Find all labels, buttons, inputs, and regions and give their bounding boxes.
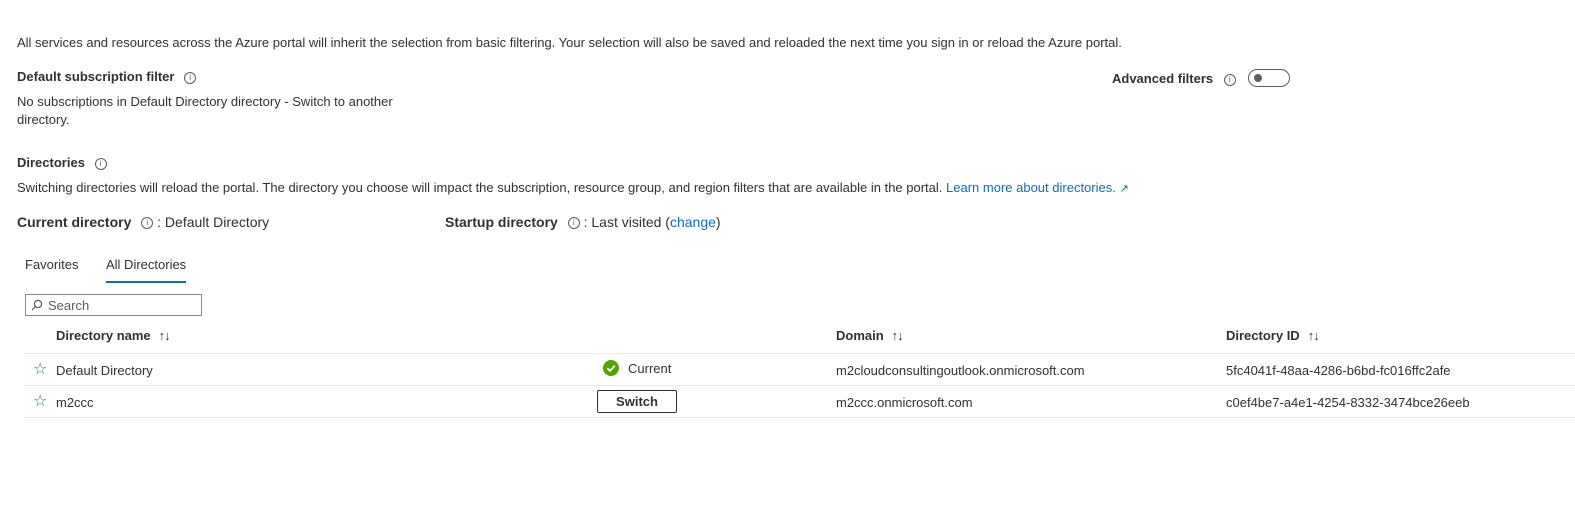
info-icon[interactable]: i (94, 157, 107, 170)
startup-directory-value: : Last visited ( (583, 214, 670, 230)
column-header-label: Domain (836, 328, 884, 343)
column-header-domain[interactable]: Domain ↑↓ (836, 328, 904, 343)
switch-button[interactable]: Switch (597, 390, 677, 413)
tab-label: All Directories (106, 257, 187, 272)
checkmark-circle-icon (603, 360, 619, 376)
directory-id-cell: 5fc4041f-48aa-4286-b6bd-fc016ffc2afe (1226, 363, 1451, 378)
advanced-filters-label-group: Advanced filters i (1112, 71, 1236, 86)
row-divider (24, 417, 1575, 418)
intro-text: All services and resources across the Az… (17, 35, 1122, 50)
directory-name-cell: Default Directory (56, 363, 153, 378)
status-current: Current (628, 361, 672, 376)
search-box (25, 294, 202, 316)
sort-icon[interactable]: ↑↓ (1308, 328, 1320, 343)
current-directory: Current directory i : Default Directory (17, 214, 269, 230)
directories-heading-group: Directories i (17, 155, 107, 170)
star-outline-icon[interactable]: ☆ (33, 394, 47, 410)
change-startup-link[interactable]: change (670, 214, 716, 230)
directories-description-line: Switching directories will reload the po… (17, 180, 1129, 195)
advanced-filters-label: Advanced filters (1112, 71, 1214, 86)
active-tab-indicator (106, 281, 187, 283)
row-divider (24, 385, 1575, 386)
current-directory-label: Current directory (17, 214, 132, 230)
startup-directory-label: Startup directory (445, 214, 558, 230)
column-header-directory-id[interactable]: Directory ID ↑↓ (1226, 328, 1320, 343)
tab-favorites[interactable]: Favorites (25, 257, 78, 272)
subscription-filter-heading: Default subscription filter i (17, 69, 197, 84)
domain-cell: m2ccc.onmicrosoft.com (836, 395, 973, 410)
tab-all-directories[interactable]: All Directories (106, 257, 187, 283)
tab-label: Favorites (25, 257, 79, 272)
info-icon[interactable]: i (567, 217, 580, 230)
column-header-directory-name[interactable]: Directory name ↑↓ (56, 328, 171, 343)
subscription-filter-title: Default subscription filter (17, 69, 175, 84)
learn-more-text: Learn more about directories. (946, 180, 1116, 195)
column-header-label: Directory ID (1226, 328, 1300, 343)
directories-description: Switching directories will reload the po… (17, 180, 943, 195)
toggle-knob (1254, 74, 1262, 82)
info-icon[interactable]: i (184, 71, 197, 84)
external-link-icon: ↗ (1119, 183, 1129, 195)
subscription-filter-message-line1: No subscriptions in Default Directory di… (17, 94, 393, 109)
info-icon[interactable]: i (1223, 73, 1236, 86)
sort-icon[interactable]: ↑↓ (159, 328, 171, 343)
star-outline-icon[interactable]: ☆ (33, 362, 47, 378)
learn-more-link[interactable]: Learn more about directories. ↗ (946, 180, 1129, 195)
advanced-filters-toggle[interactable] (1248, 69, 1290, 87)
domain-cell: m2cloudconsultingoutlook.onmicrosoft.com (836, 363, 1085, 378)
search-input[interactable] (48, 297, 198, 313)
sort-icon[interactable]: ↑↓ (892, 328, 904, 343)
search-icon (31, 299, 43, 311)
directories-heading: Directories (17, 155, 85, 170)
startup-directory: Startup directory i : Last visited (chan… (445, 214, 721, 230)
directory-id-cell: c0ef4be7-a4e1-4254-8332-3474bce26eeb (1226, 395, 1470, 410)
info-icon[interactable]: i (141, 217, 154, 230)
current-directory-value: : Default Directory (157, 214, 270, 230)
column-header-label: Directory name (56, 328, 151, 343)
subscription-filter-message-line2: directory. (17, 112, 70, 127)
directory-name-cell: m2ccc (56, 395, 94, 410)
startup-directory-close: ) (715, 214, 721, 230)
table-header-divider (24, 353, 1575, 354)
